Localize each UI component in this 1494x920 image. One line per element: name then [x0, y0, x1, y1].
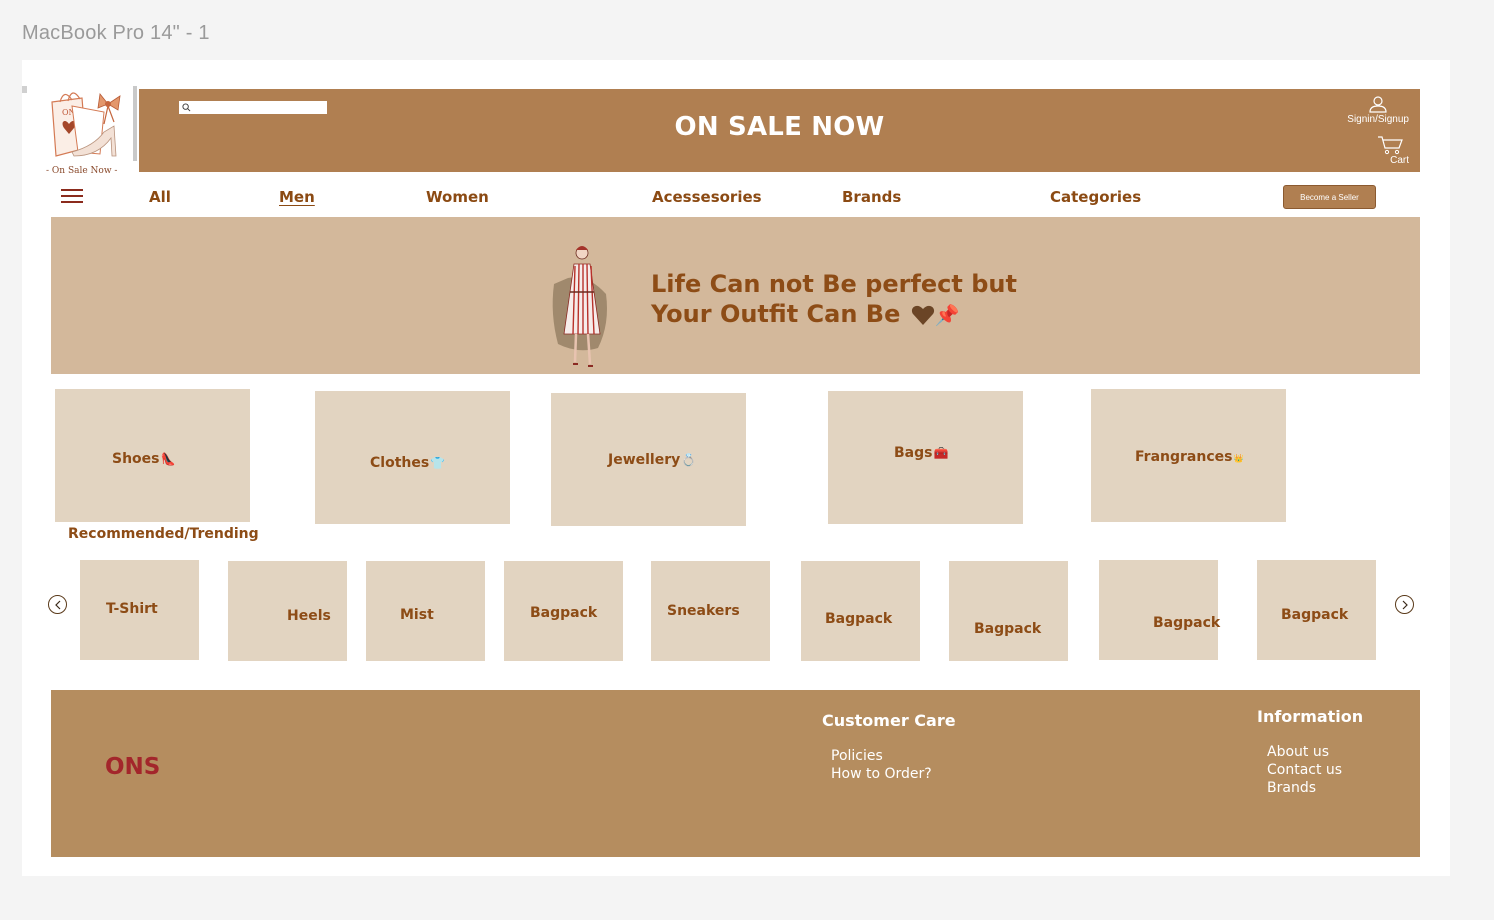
product-label: Bagpack: [530, 605, 598, 621]
crown-icon: 👑: [1233, 454, 1244, 463]
category-tile-clothes[interactable]: Clothes👕: [315, 391, 510, 524]
cart-button[interactable]: Cart: [1377, 135, 1409, 166]
chevron-left-icon: [54, 600, 60, 609]
footer-link-contact-us[interactable]: Contact us: [1267, 762, 1342, 778]
category-label: Shoes: [112, 451, 160, 467]
hero-banner: Life Can not Be perfect but Your Outfit …: [51, 217, 1420, 374]
product-tile[interactable]: Heels: [228, 561, 347, 661]
cart-icon: [1378, 136, 1403, 155]
product-tile[interactable]: Mist: [366, 561, 485, 661]
category-tile-jewellery[interactable]: Jewellery💍: [551, 393, 746, 526]
product-label: Bagpack: [1281, 607, 1349, 623]
product-tile[interactable]: Bagpack: [1257, 560, 1376, 660]
nav-item-brands[interactable]: Brands: [842, 188, 901, 206]
frame-corner-mark: [22, 86, 27, 93]
product-tile[interactable]: Bagpack: [949, 561, 1068, 661]
footer-brand[interactable]: ONS: [105, 754, 160, 780]
category-tile-shoes[interactable]: Shoes👠: [55, 389, 250, 522]
footer-information-title: Information: [1257, 707, 1364, 726]
carousel-prev-button[interactable]: [48, 595, 67, 614]
footer-customer-care-title: Customer Care: [822, 711, 956, 730]
category-label: Jewellery: [608, 452, 681, 468]
category-tile-fragrances[interactable]: Frangrances👑: [1091, 389, 1286, 522]
nav-item-categories[interactable]: Categories: [1050, 188, 1141, 206]
product-label: Mist: [400, 607, 434, 623]
footer-link-about-us[interactable]: About us: [1267, 744, 1329, 760]
footer-link-policies[interactable]: Policies: [831, 748, 883, 764]
product-tile[interactable]: Sneakers: [651, 561, 770, 661]
footer-link-brands[interactable]: Brands: [1267, 780, 1316, 796]
tshirt-icon: 👕: [430, 456, 446, 470]
product-label: Bagpack: [1153, 615, 1221, 631]
product-tile[interactable]: T-Shirt: [80, 560, 199, 660]
nav-item-men[interactable]: Men: [279, 188, 315, 206]
product-tile[interactable]: Bagpack: [504, 561, 623, 661]
brown-heart-icon: [911, 305, 934, 325]
fashion-model-illustration: [552, 246, 607, 367]
signin-label: Signin/Signup: [1347, 114, 1409, 125]
nav-item-all[interactable]: All: [149, 188, 171, 206]
product-label: Bagpack: [974, 621, 1042, 637]
hero-line-2: Your Outfit Can Be: [651, 300, 901, 328]
site-logo[interactable]: ONS: [42, 82, 138, 178]
footer: ONS Customer Care Policies How to Order?…: [51, 690, 1420, 857]
menu-icon[interactable]: [61, 189, 83, 205]
category-tile-bags[interactable]: Bags🧰: [828, 391, 1023, 524]
footer-link-how-to-order[interactable]: How to Order?: [831, 766, 932, 782]
nav-item-women[interactable]: Women: [426, 188, 489, 206]
carousel-next-button[interactable]: [1395, 595, 1414, 614]
nav-item-accessories[interactable]: Acessesories: [652, 188, 762, 206]
logo-caption: - On Sale Now -: [46, 166, 118, 176]
category-label: Clothes: [370, 455, 430, 471]
signin-button[interactable]: Signin/Signup: [1347, 96, 1409, 125]
product-label: T-Shirt: [106, 601, 158, 617]
hero-line-1: Life Can not Be perfect but: [651, 270, 1017, 298]
ring-icon: 💍: [681, 453, 697, 467]
cart-label: Cart: [1390, 155, 1409, 166]
product-label: Heels: [287, 608, 331, 624]
frame-title: MacBook Pro 14" - 1: [22, 22, 210, 44]
toolbox-icon: 🧰: [933, 446, 949, 460]
product-label: Sneakers: [667, 603, 740, 619]
shopping-bag-heel-icon: ONS: [51, 92, 121, 157]
product-label: Bagpack: [825, 611, 893, 627]
pushpin-icon: 📌: [934, 303, 960, 327]
search-icon: [182, 103, 191, 112]
header-banner: ON SALE NOW Signin/Signup Cart: [139, 89, 1420, 172]
high-heel-icon: 👠: [160, 452, 176, 466]
user-icon: [1369, 96, 1387, 113]
header-title: ON SALE NOW: [674, 112, 885, 142]
product-tile[interactable]: Bagpack: [801, 561, 920, 661]
category-label: Bags: [894, 445, 933, 461]
hero-tagline: Life Can not Be perfect but Your Outfit …: [651, 269, 1017, 330]
logo-divider: [133, 86, 137, 161]
category-label: Frangrances: [1135, 449, 1233, 465]
trending-section-title: Recommended/Trending: [68, 526, 259, 542]
chevron-right-icon: [1402, 600, 1408, 609]
become-seller-button[interactable]: Become a Seller: [1283, 185, 1376, 209]
product-tile[interactable]: Bagpack: [1099, 560, 1221, 660]
